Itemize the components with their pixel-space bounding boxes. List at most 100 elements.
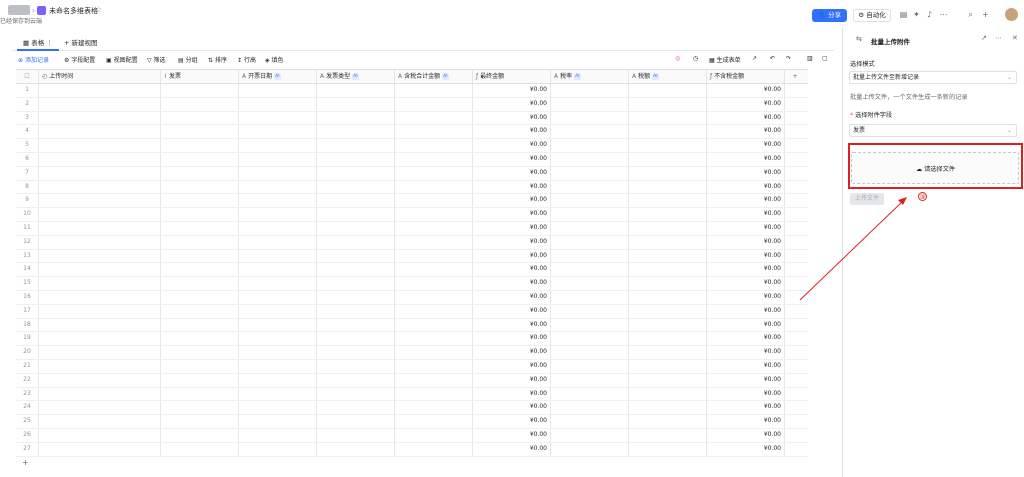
cell-invoice-date[interactable] xyxy=(239,139,317,152)
cell-invoice[interactable] xyxy=(161,84,239,97)
cell-invoice-type[interactable] xyxy=(317,359,395,373)
cell-invoice-date[interactable] xyxy=(239,373,317,387)
cell-total-with-tax[interactable] xyxy=(395,304,473,318)
share-panel-icon[interactable]: ↗ xyxy=(981,34,987,42)
cell-invoice-date[interactable] xyxy=(239,304,317,318)
cell-invoice[interactable] xyxy=(161,249,239,263)
cell-invoice[interactable] xyxy=(161,304,239,318)
cell-tax-rate[interactable] xyxy=(551,208,629,221)
cell-tax-amount[interactable] xyxy=(629,97,707,111)
table-row[interactable]: 5 ¥0.00 ¥0.00 xyxy=(16,139,808,153)
cell-upload-time[interactable] xyxy=(39,111,161,125)
avatar[interactable] xyxy=(1005,8,1018,21)
mode-select[interactable]: 批量上传文件至新增记录 ⌄ xyxy=(849,71,1017,84)
cell-total-with-tax[interactable] xyxy=(395,249,473,263)
table-row[interactable]: 17 ¥0.00 ¥0.00 xyxy=(16,304,808,319)
cell-total-with-tax[interactable] xyxy=(395,318,473,332)
cell-amount-excl-tax[interactable]: ¥0.00 xyxy=(707,249,785,263)
cell-tax-amount[interactable] xyxy=(629,235,707,249)
cell-amount-excl-tax[interactable]: ¥0.00 xyxy=(707,235,785,249)
cell-tax-amount[interactable] xyxy=(629,290,707,304)
cell-invoice-type[interactable] xyxy=(317,125,395,139)
cell-total-with-tax[interactable] xyxy=(395,221,473,235)
cell-invoice-type[interactable] xyxy=(317,263,395,277)
field-select[interactable]: 发票 ⌄ xyxy=(849,124,1017,137)
cell-tax-amount[interactable] xyxy=(629,304,707,318)
row-number[interactable]: 25 xyxy=(16,415,39,428)
cell-final-amount[interactable]: ¥0.00 xyxy=(473,359,551,373)
row-number[interactable]: 15 xyxy=(16,277,39,290)
cell-amount-excl-tax[interactable]: ¥0.00 xyxy=(707,277,785,290)
cell-final-amount[interactable]: ¥0.00 xyxy=(473,332,551,346)
add-icon[interactable]: + xyxy=(980,9,991,20)
cell-total-with-tax[interactable] xyxy=(395,125,473,139)
cell-invoice-date[interactable] xyxy=(239,442,317,456)
cell-invoice-type[interactable] xyxy=(317,415,395,428)
cell-tax-amount[interactable] xyxy=(629,221,707,235)
cell-tax-amount[interactable] xyxy=(629,387,707,401)
cell-invoice-date[interactable] xyxy=(239,346,317,359)
sort-button[interactable]: ⇅ 排序 xyxy=(208,55,227,64)
cell-invoice-type[interactable] xyxy=(317,221,395,235)
cell-total-with-tax[interactable] xyxy=(395,359,473,373)
cell-amount-excl-tax[interactable]: ¥0.00 xyxy=(707,346,785,359)
cell-tax-amount[interactable] xyxy=(629,428,707,442)
column-header[interactable]: ◴ 上传时间 xyxy=(39,70,161,83)
table-row[interactable]: 19 ¥0.00 ¥0.00 xyxy=(16,332,808,347)
cell-amount-excl-tax[interactable]: ¥0.00 xyxy=(707,208,785,221)
filter-button[interactable]: ▽ 筛选 xyxy=(147,55,166,64)
cell-amount-excl-tax[interactable]: ¥0.00 xyxy=(707,332,785,346)
cell-invoice[interactable] xyxy=(161,111,239,125)
cell-total-with-tax[interactable] xyxy=(395,415,473,428)
tab-grid-view[interactable]: ▦ 表格 ⋮ xyxy=(17,37,59,51)
table-row[interactable]: 21 ¥0.00 ¥0.00 xyxy=(16,359,808,374)
table-row[interactable]: 23 ¥0.00 ¥0.00 xyxy=(16,387,808,402)
cell-total-with-tax[interactable] xyxy=(395,139,473,152)
row-number[interactable]: 13 xyxy=(16,249,39,263)
cell-final-amount[interactable]: ¥0.00 xyxy=(473,290,551,304)
share-button[interactable]: 👤 分享 xyxy=(812,9,847,22)
cell-upload-time[interactable] xyxy=(39,180,161,194)
row-height-button[interactable]: ↕ 行高 xyxy=(237,55,256,64)
cell-tax-rate[interactable] xyxy=(551,194,629,208)
cell-tax-amount[interactable] xyxy=(629,263,707,277)
table-row[interactable]: 6 ¥0.00 ¥0.00 xyxy=(16,152,808,167)
ai-icon[interactable]: ◎ xyxy=(675,55,680,62)
add-record-button[interactable]: ⊕ 添加记录 xyxy=(18,55,49,64)
cell-final-amount[interactable]: ¥0.00 xyxy=(473,97,551,111)
cell-tax-rate[interactable] xyxy=(551,111,629,125)
cell-final-amount[interactable]: ¥0.00 xyxy=(473,346,551,359)
cell-final-amount[interactable]: ¥0.00 xyxy=(473,428,551,442)
cell-final-amount[interactable]: ¥0.00 xyxy=(473,318,551,332)
column-header[interactable]: ƒ 不含税金额 xyxy=(707,70,785,83)
export-icon[interactable]: ▥ xyxy=(807,55,813,62)
cell-invoice[interactable] xyxy=(161,428,239,442)
cell-invoice-type[interactable] xyxy=(317,152,395,166)
cell-invoice[interactable] xyxy=(161,373,239,387)
row-number[interactable]: 21 xyxy=(16,359,39,373)
cell-amount-excl-tax[interactable]: ¥0.00 xyxy=(707,152,785,166)
cell-invoice[interactable] xyxy=(161,442,239,456)
cell-invoice[interactable] xyxy=(161,180,239,194)
cell-final-amount[interactable]: ¥0.00 xyxy=(473,373,551,387)
cell-invoice[interactable] xyxy=(161,235,239,249)
search-icon[interactable]: ⌕ xyxy=(965,9,976,20)
cell-invoice[interactable] xyxy=(161,221,239,235)
cell-amount-excl-tax[interactable]: ¥0.00 xyxy=(707,318,785,332)
row-number[interactable]: 5 xyxy=(16,139,39,152)
row-number[interactable]: 1 xyxy=(16,84,39,97)
cell-invoice-date[interactable] xyxy=(239,415,317,428)
cell-invoice-type[interactable] xyxy=(317,401,395,415)
cell-upload-time[interactable] xyxy=(39,97,161,111)
share-view-icon[interactable]: ↗ xyxy=(752,55,757,62)
cell-invoice-type[interactable] xyxy=(317,332,395,346)
cell-invoice-date[interactable] xyxy=(239,208,317,221)
cell-final-amount[interactable]: ¥0.00 xyxy=(473,180,551,194)
cell-final-amount[interactable]: ¥0.00 xyxy=(473,442,551,456)
table-row[interactable]: 1 ¥0.00 ¥0.00 xyxy=(16,84,808,98)
cell-invoice-date[interactable] xyxy=(239,277,317,290)
row-number[interactable]: 12 xyxy=(16,235,39,249)
cell-invoice-type[interactable] xyxy=(317,97,395,111)
notes-icon[interactable]: ▤ xyxy=(898,9,909,20)
column-header[interactable]: A 含税合计金额 AI xyxy=(395,70,473,83)
